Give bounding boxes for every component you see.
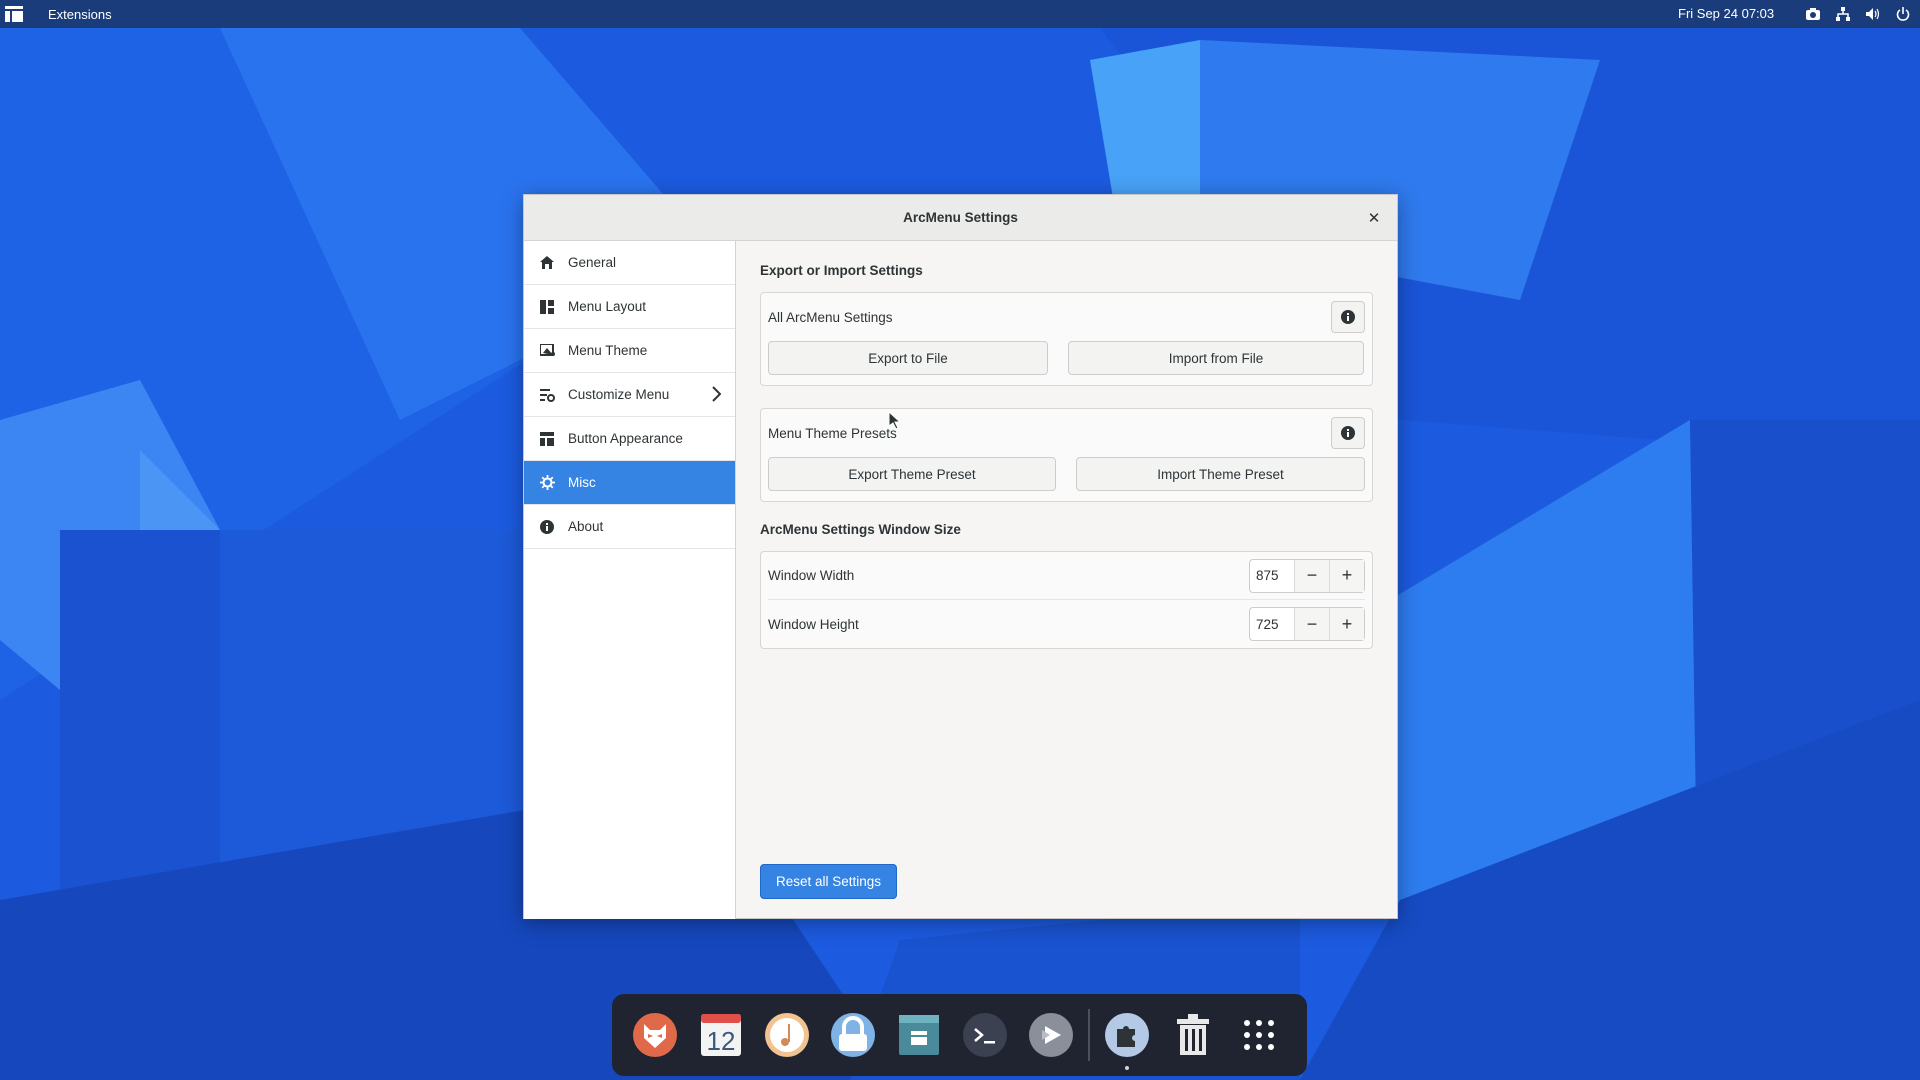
sidebar-item-label: About (568, 519, 604, 534)
info-icon (1341, 426, 1355, 440)
window-size-card: Window Width 875 − + Window Height 725 −… (760, 551, 1373, 649)
sidebar-item-label: Misc (568, 475, 596, 490)
sidebar-item-general[interactable]: General (524, 241, 735, 285)
window-height-label: Window Height (768, 616, 859, 632)
sidebar-item-customize-menu[interactable]: Customize Menu (524, 373, 735, 417)
lock-icon[interactable] (828, 1010, 878, 1060)
sidebar-item-menu-theme[interactable]: Menu Theme (524, 329, 735, 373)
screenshot-icon[interactable] (1798, 0, 1828, 28)
extensions-icon[interactable] (1102, 1010, 1152, 1070)
sidebar-item-button-appearance[interactable]: Button Appearance (524, 417, 735, 461)
export-to-file-button[interactable]: Export to File (768, 341, 1048, 375)
info-icon (538, 518, 556, 536)
activities-button[interactable] (0, 0, 28, 28)
settings-sidebar: General Menu Layout Menu Theme Customize… (524, 241, 736, 919)
import-theme-preset-button[interactable]: Import Theme Preset (1076, 457, 1365, 491)
all-settings-card: All ArcMenu Settings Export to File Impo… (760, 292, 1373, 386)
clock[interactable]: Fri Sep 24 07:03 (1678, 6, 1774, 21)
window-width-value[interactable]: 875 (1250, 568, 1294, 583)
music-icon[interactable] (762, 1010, 812, 1060)
close-icon: ✕ (1367, 210, 1381, 227)
mouse-cursor-icon (889, 412, 901, 430)
window-size-section-title: ArcMenu Settings Window Size (760, 522, 961, 537)
window-height-stepper[interactable]: 725 − + (1249, 607, 1365, 641)
focused-app-title[interactable]: Extensions (48, 7, 112, 22)
info-icon (1341, 310, 1355, 324)
sidebar-item-menu-layout[interactable]: Menu Layout (524, 285, 735, 329)
all-settings-info-button[interactable] (1331, 301, 1365, 333)
close-button[interactable]: ✕ (1363, 207, 1385, 229)
sidebar-item-label: Customize Menu (568, 387, 670, 402)
customize-icon (538, 386, 556, 404)
window-height-increase-button[interactable]: + (1329, 608, 1364, 640)
misc-icon (538, 474, 556, 492)
running-indicator (1125, 1066, 1129, 1070)
window-headerbar[interactable]: ArcMenu Settings ✕ (524, 195, 1397, 241)
activities-icon (5, 6, 23, 22)
top-bar: Extensions Fri Sep 24 07:03 (0, 0, 1920, 28)
chevron-right-icon (711, 386, 722, 405)
arcmenu-settings-window: ArcMenu Settings ✕ General Menu Layout M… (523, 194, 1398, 919)
sidebar-item-misc[interactable]: Misc (524, 461, 735, 505)
window-height-value[interactable]: 725 (1250, 617, 1294, 632)
software-store-icon[interactable] (894, 1010, 944, 1060)
sidebar-item-label: Menu Theme (568, 343, 648, 358)
dock: 12 (612, 994, 1307, 1076)
dock-separator (1088, 1009, 1090, 1061)
sidebar-item-label: General (568, 255, 617, 270)
power-icon[interactable] (1888, 0, 1918, 28)
reset-all-settings-button[interactable]: Reset all Settings (760, 864, 897, 899)
sidebar-item-label: Menu Layout (568, 299, 647, 314)
calendar-icon[interactable]: 12 (696, 1010, 746, 1060)
import-from-file-button[interactable]: Import from File (1068, 341, 1364, 375)
window-width-decrease-button[interactable]: − (1294, 559, 1329, 592)
sidebar-item-label: Button Appearance (568, 431, 683, 446)
trash-icon[interactable] (1168, 1010, 1218, 1060)
window-height-decrease-button[interactable]: − (1294, 608, 1329, 640)
theme-presets-label: Menu Theme Presets (768, 425, 897, 441)
export-theme-preset-button[interactable]: Export Theme Preset (768, 457, 1056, 491)
theme-presets-card: Menu Theme Presets Export Theme Preset I… (760, 408, 1373, 502)
system-tray[interactable] (1798, 0, 1918, 28)
terminal-icon[interactable] (960, 1010, 1010, 1060)
window-width-stepper[interactable]: 875 − + (1249, 558, 1365, 593)
home-icon (538, 254, 556, 272)
network-icon[interactable] (1828, 0, 1858, 28)
app-grid-icon[interactable] (1234, 1010, 1284, 1060)
export-import-section-title: Export or Import Settings (760, 263, 923, 278)
misc-settings-page: Export or Import Settings All ArcMenu Se… (736, 241, 1397, 919)
window-width-increase-button[interactable]: + (1329, 559, 1364, 592)
layout-icon (538, 298, 556, 316)
firefox-icon[interactable] (630, 1010, 680, 1060)
volume-icon[interactable] (1858, 0, 1888, 28)
video-icon[interactable] (1026, 1010, 1076, 1060)
theme-presets-info-button[interactable] (1331, 417, 1365, 449)
calendar-day: 12 (707, 1026, 736, 1056)
button-appearance-icon (538, 430, 556, 448)
all-settings-label: All ArcMenu Settings (768, 309, 893, 325)
window-width-label: Window Width (768, 568, 855, 583)
sidebar-item-about[interactable]: About (524, 505, 735, 549)
window-title: ArcMenu Settings (903, 210, 1018, 225)
theme-icon (538, 342, 556, 360)
